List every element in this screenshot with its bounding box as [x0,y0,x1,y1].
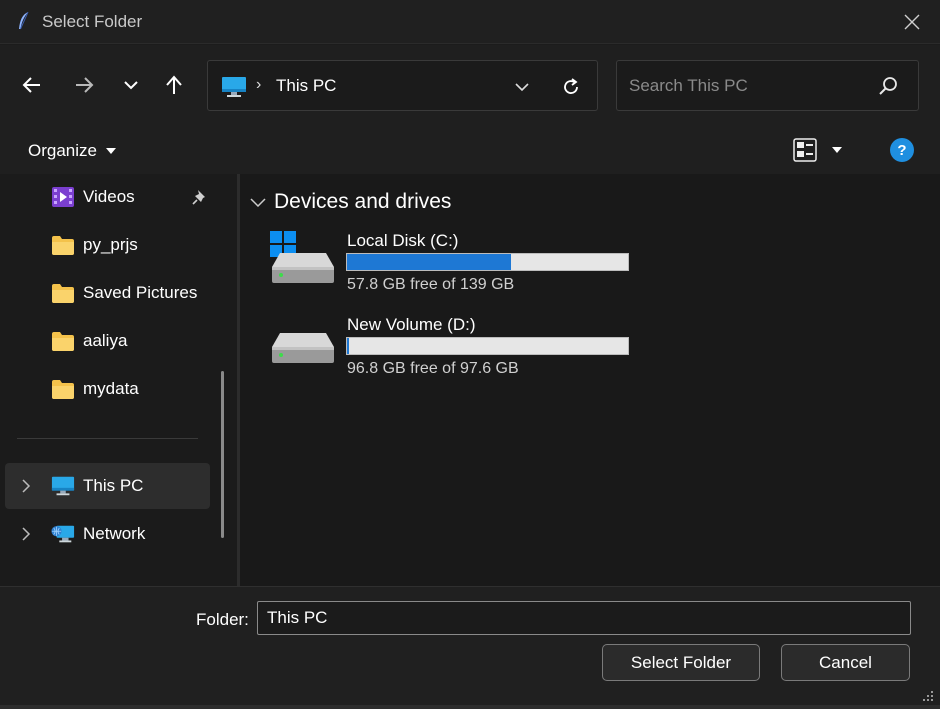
chevron-right-icon[interactable] [19,478,33,494]
system-drive-icon [270,231,334,283]
arrow-right-icon [76,77,94,93]
dialog-footer: Folder: Select Folder Cancel [0,586,940,709]
address-bar[interactable]: › This PC [207,60,598,111]
arrow-left-icon [22,77,40,93]
drive-usage-bar [346,253,629,271]
sidebar-item-this-pc[interactable]: This PC [5,463,210,509]
recent-locations-button[interactable] [116,67,146,103]
sidebar-item-aaliya[interactable]: aaliya [5,318,210,364]
group-title: Devices and drives [274,190,452,213]
drive-free-space: 96.8 GB free of 97.6 GB [347,360,519,377]
sidebar-item-label: Network [83,524,146,543]
sidebar-item-saved-pictures[interactable]: Saved Pictures [5,270,210,316]
file-list[interactable]: Devices and drives Local Disk (C:) 57.8 … [240,174,940,586]
select-folder-button[interactable]: Select Folder [602,644,760,681]
feather-app-icon [19,11,29,30]
folder-icon [52,284,74,303]
chevron-down-icon [515,82,529,91]
sidebar-item-network[interactable]: Network [5,511,210,557]
sidebar-item-label: Videos [83,187,135,206]
folder-icon [52,380,74,399]
search-icon [879,77,897,95]
organize-menu-button[interactable]: Organize [20,137,125,165]
drive-name: Local Disk (C:) [347,231,459,250]
close-button[interactable] [897,8,927,36]
group-header-devices[interactable]: Devices and drives [250,190,451,214]
chevron-down-icon [124,81,138,90]
refresh-icon [564,78,578,94]
search-box[interactable] [616,60,919,111]
sidebar-scrollbar[interactable] [221,371,224,538]
search-input[interactable] [629,73,869,99]
folder-icon [52,236,74,255]
drive-usage-bar [346,337,629,355]
this-pc-icon [51,476,75,496]
forward-button[interactable] [69,67,99,103]
drive-item-c[interactable]: Local Disk (C:) 57.8 GB free of 139 GB [270,231,640,301]
change-view-button[interactable] [793,135,853,165]
sidebar-item-mydata[interactable]: mydata [5,366,210,412]
cancel-button[interactable]: Cancel [781,644,910,681]
window-title: Select Folder [42,12,143,31]
drive-item-d[interactable]: New Volume (D:) 96.8 GB free of 97.6 GB [270,315,640,385]
help-button[interactable]: ? [890,138,914,162]
organize-label: Organize [28,141,97,160]
breadcrumb-separator: › [256,76,262,93]
title-bar: Select Folder [0,0,940,44]
folder-label: Folder: [196,610,249,629]
this-pc-icon [222,77,246,97]
sidebar-item-label: Saved Pictures [83,283,198,302]
navigation-bar: › This PC [0,45,940,127]
sidebar-item-label: mydata [83,379,139,398]
command-bar: Organize ? [0,127,940,174]
resize-grip-icon[interactable] [919,687,935,705]
close-icon [904,14,920,30]
sidebar-item-label: py_prjs [83,235,138,254]
pin-icon [192,190,205,205]
help-icon: ? [897,141,907,159]
network-icon [51,525,75,543]
drive-name: New Volume (D:) [347,315,476,334]
sidebar-divider [17,438,198,439]
address-history-dropdown[interactable] [510,75,534,99]
drive-usage-fill [347,254,512,270]
arrow-up-icon [166,75,182,94]
caret-down-icon [832,147,842,153]
up-button[interactable] [159,67,189,103]
sidebar-item-videos[interactable]: Videos [5,174,210,220]
navigation-pane[interactable]: Videos py_prjs Saved Pictures aaliya myd [0,174,237,586]
sidebar-item-py-prjs[interactable]: py_prjs [5,222,210,268]
chevron-right-icon[interactable] [19,526,33,542]
breadcrumb-this-pc[interactable]: This PC [276,76,336,96]
videos-folder-icon [52,187,74,207]
folder-name-input[interactable] [257,601,911,635]
drive-usage-fill [347,338,350,354]
caret-down-icon [105,148,116,154]
sidebar-item-label: This PC [83,476,144,495]
drive-free-space: 57.8 GB free of 139 GB [347,276,515,293]
folder-icon [52,332,74,351]
background-window-edge [0,705,940,709]
chevron-down-icon [250,198,266,207]
back-button[interactable] [17,67,47,103]
refresh-button[interactable] [558,74,584,100]
sidebar-item-label: aaliya [83,331,128,350]
drive-icon [272,333,334,363]
details-view-icon [793,138,817,162]
